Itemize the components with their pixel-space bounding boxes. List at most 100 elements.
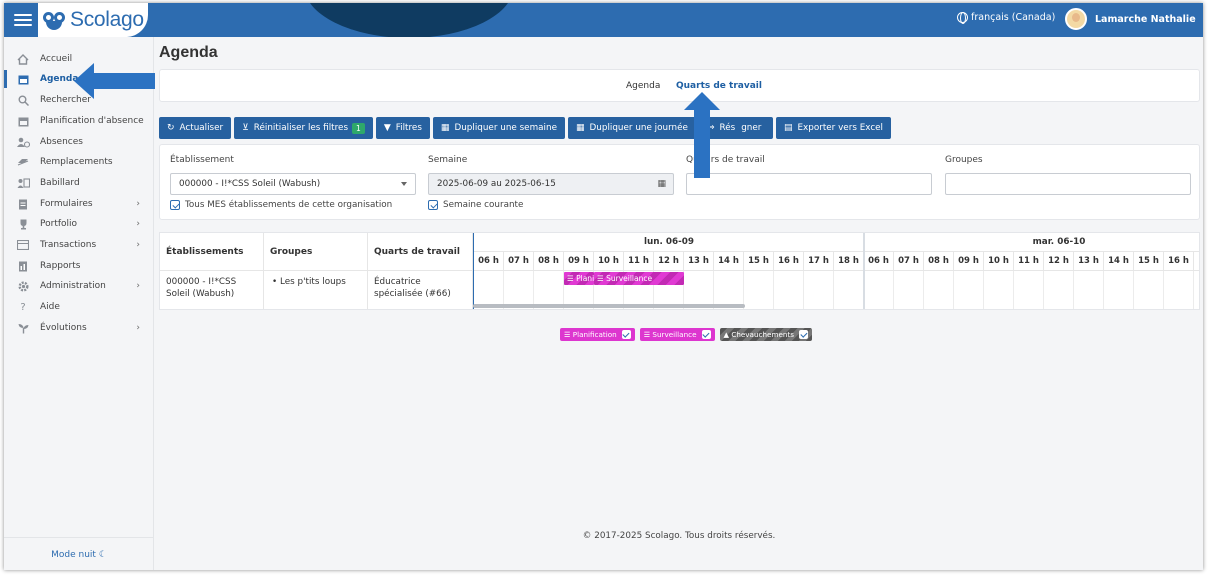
checkbox-checked[interactable] bbox=[621, 330, 631, 339]
tab-agenda[interactable]: Agenda bbox=[626, 81, 660, 91]
shift-event[interactable]: ☰ Plani bbox=[564, 272, 594, 285]
language-selector[interactable]: français (Canada) bbox=[957, 12, 1056, 24]
time-slot[interactable] bbox=[834, 271, 864, 309]
groups-label: Groupes bbox=[945, 155, 983, 165]
shift-input[interactable] bbox=[686, 173, 932, 195]
time-slot[interactable] bbox=[924, 271, 954, 309]
sidebar-item-label: Évolutions bbox=[40, 323, 87, 333]
calendar-icon: ▦ bbox=[576, 123, 585, 133]
document-icon bbox=[16, 198, 30, 210]
checkbox-checked[interactable] bbox=[799, 330, 808, 339]
filters-label: Filtres bbox=[395, 123, 422, 133]
refresh-button[interactable]: ↻ Actualiser bbox=[159, 117, 232, 139]
home-icon bbox=[16, 53, 30, 65]
user-menu[interactable]: Lamarche Nathalie bbox=[1065, 8, 1196, 30]
column-header-etablissements[interactable]: Établissements bbox=[160, 233, 264, 271]
sidebar-item-evolutions[interactable]: Évolutions › bbox=[4, 318, 154, 338]
all-establishments-label: Tous MES établissements de cette organis… bbox=[185, 200, 393, 210]
legend-planification[interactable]: ☰ Planification bbox=[560, 328, 635, 341]
all-establishments-checkbox[interactable]: Tous MES établissements de cette organis… bbox=[170, 200, 392, 210]
hour-header: 06 h bbox=[864, 252, 894, 271]
hour-header: 08 h bbox=[534, 252, 564, 271]
sidebar-item-remplacements[interactable]: Remplacements bbox=[4, 152, 154, 172]
hour-header: 12 h bbox=[1044, 252, 1074, 271]
reset-filters-button[interactable]: ⊻ Réinitialiser les filtres 1 bbox=[234, 117, 373, 139]
time-slot[interactable] bbox=[804, 271, 834, 309]
trophy-icon bbox=[16, 218, 30, 230]
establishment-select[interactable]: 000000 - I!*CSS Soleil (Wabush) bbox=[170, 173, 416, 195]
board-icon bbox=[16, 177, 30, 189]
sidebar-item-absences[interactable]: Absences bbox=[4, 132, 154, 152]
filter-panel: Établissement 000000 - I!*CSS Soleil (Wa… bbox=[159, 144, 1200, 220]
time-slot[interactable] bbox=[1104, 271, 1134, 309]
chevron-right-icon: › bbox=[136, 323, 140, 333]
time-slot[interactable] bbox=[1194, 271, 1199, 309]
time-slot[interactable] bbox=[894, 271, 924, 309]
cell-establishment: 000000 - I!*CSS Soleil (Wabush) bbox=[160, 271, 264, 309]
header-decoration bbox=[304, 3, 514, 37]
legend-chevauchements[interactable]: ▲ Chevauchements bbox=[719, 328, 812, 341]
sidebar-item-administration[interactable]: Administration › bbox=[4, 276, 154, 296]
refresh-icon: ↻ bbox=[167, 123, 175, 133]
hour-header: 16 h bbox=[1164, 252, 1194, 271]
sidebar-item-label: Planification d'absence bbox=[40, 116, 144, 126]
sidebar-item-label: Absences bbox=[40, 137, 83, 147]
time-slot[interactable] bbox=[1014, 271, 1044, 309]
sidebar-item-babillard[interactable]: Babillard bbox=[4, 173, 154, 193]
checkbox-checked[interactable] bbox=[428, 200, 438, 210]
search-icon bbox=[16, 94, 30, 106]
scolago-logo[interactable]: Scolago bbox=[42, 6, 144, 34]
export-excel-button[interactable]: ▤ Exporter vers Excel bbox=[775, 117, 892, 139]
week-picker[interactable]: 2025-06-09 au 2025-06-15 ▦ bbox=[428, 173, 674, 195]
cell-shift: Éducatrice spécialisée (#66) bbox=[368, 271, 473, 309]
time-slot[interactable] bbox=[774, 271, 804, 309]
hour-header: 08 h bbox=[924, 252, 954, 271]
tab-quarts-de-travail[interactable]: Quarts de travail bbox=[676, 81, 762, 91]
column-header-groupes[interactable]: Groupes bbox=[264, 233, 368, 271]
horizontal-scrollbar[interactable] bbox=[473, 304, 745, 308]
list-icon: ☰ bbox=[643, 330, 653, 339]
time-slot[interactable] bbox=[984, 271, 1014, 309]
swap-icon bbox=[16, 156, 30, 168]
sidebar-item-formulaires[interactable]: Formulaires › bbox=[4, 194, 154, 214]
language-label: français (Canada) bbox=[971, 12, 1056, 23]
legend-surveillance[interactable]: ☰ Surveillance bbox=[639, 328, 715, 341]
checkbox-checked[interactable] bbox=[701, 330, 711, 339]
time-slot[interactable] bbox=[954, 271, 984, 309]
time-slot[interactable] bbox=[1164, 271, 1194, 309]
sidebar-item-label: Transactions bbox=[40, 240, 97, 250]
sidebar-item-portfolio[interactable]: Portfolio › bbox=[4, 214, 154, 234]
legend: ☰ Planification ☰ Surveillance ▲ Chevauc… bbox=[560, 328, 812, 341]
tab-bar: Agenda Quarts de travail bbox=[159, 69, 1200, 102]
sidebar-item-label: Formulaires bbox=[40, 199, 93, 209]
shift-event[interactable]: ☰ Surveillance bbox=[594, 272, 684, 285]
report-icon bbox=[16, 260, 30, 272]
column-header-quarts[interactable]: Quarts de travail bbox=[368, 233, 473, 271]
time-slot[interactable] bbox=[1134, 271, 1164, 309]
checkbox-checked[interactable] bbox=[170, 200, 180, 210]
legend-label: Planification bbox=[572, 330, 617, 339]
hour-header: 15 h bbox=[744, 252, 774, 271]
hamburger-menu-icon[interactable] bbox=[14, 11, 32, 27]
sidebar-item-label: Rapports bbox=[40, 261, 81, 271]
sidebar-item-transactions[interactable]: Transactions › bbox=[4, 235, 154, 255]
sidebar-item-aide[interactable]: ? Aide bbox=[4, 297, 154, 317]
groups-input[interactable] bbox=[945, 173, 1191, 195]
app-window: Scolago français (Canada) Lamarche Natha… bbox=[4, 3, 1203, 570]
duplicate-week-button[interactable]: ▦ Dupliquer une semaine bbox=[432, 117, 565, 139]
time-slot[interactable] bbox=[864, 271, 894, 309]
calendar-icon bbox=[16, 73, 30, 85]
legend-label: Surveillance bbox=[652, 330, 697, 339]
sidebar-item-planification[interactable]: Planification d'absence bbox=[4, 111, 154, 131]
duplicate-day-button[interactable]: ▦ Dupliquer une journée bbox=[568, 117, 696, 139]
time-slot[interactable] bbox=[1074, 271, 1104, 309]
avatar bbox=[1065, 8, 1087, 30]
time-slot[interactable] bbox=[1044, 271, 1074, 309]
filters-button[interactable]: ▼ Filtres bbox=[375, 117, 430, 139]
current-week-checkbox[interactable]: Semaine courante bbox=[428, 200, 523, 210]
night-mode-toggle[interactable]: Mode nuit ☾ bbox=[4, 537, 154, 560]
hour-header: 11 h bbox=[1014, 252, 1044, 271]
sidebar-item-rapports[interactable]: Rapports bbox=[4, 256, 154, 276]
time-slot[interactable] bbox=[744, 271, 774, 309]
brand-name: Scolago bbox=[70, 8, 144, 31]
